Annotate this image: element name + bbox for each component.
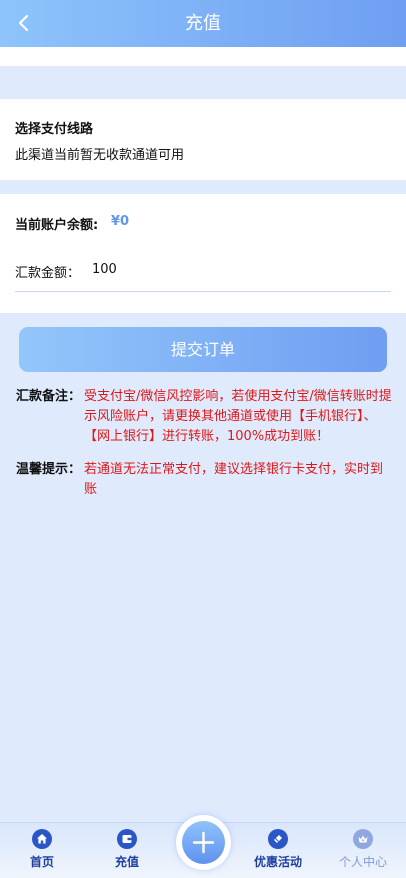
user-crown-icon [353, 829, 373, 849]
amount-label: 汇款金额： [15, 266, 81, 281]
amount-divider [15, 291, 391, 292]
center-plus-inner [182, 821, 225, 864]
balance-label: 当前账户余额: [15, 218, 99, 233]
home-icon [32, 829, 52, 849]
amount-input[interactable] [92, 256, 292, 282]
nav-item-recharge[interactable]: 充值 [92, 829, 162, 870]
plus-icon [192, 831, 215, 854]
remittance-remark: 汇款备注： 受支付宝/微信风控影响，若使用支付宝/微信转账时提示风险账户，请更换… [16, 387, 392, 447]
nav-item-home[interactable]: 首页 [7, 829, 77, 870]
remark-text: 受支付宝/微信风控影响，若使用支付宝/微信转账时提示风险账户，请更换其他通道或使… [84, 389, 392, 444]
nav-item-profile[interactable]: 个人中心 [328, 829, 398, 870]
tip-text: 若通道无法正常支付，建议选择银行卡支付，实时到账 [84, 462, 384, 497]
wallet-icon [117, 829, 137, 849]
tip-label: 温馨提示： [16, 462, 82, 477]
balance-value: ¥0 [111, 214, 130, 229]
nav-label-recharge: 充值 [114, 855, 139, 869]
center-plus-button[interactable] [176, 815, 231, 870]
top-bar: 充值 [0, 0, 406, 47]
gift-icon [268, 829, 288, 849]
nav-label-promotions: 优惠活动 [253, 855, 302, 869]
nav-item-promotions[interactable]: 优惠活动 [243, 829, 313, 870]
route-message: 此渠道当前暂无收款通道可用 [15, 148, 185, 163]
blank-card [0, 47, 406, 66]
route-title: 选择支付线路 [15, 122, 94, 137]
nav-label-profile: 个人中心 [338, 855, 387, 869]
page-title: 充值 [185, 13, 221, 34]
warm-tip: 温馨提示： 若通道无法正常支付，建议选择银行卡支付，实时到账 [16, 460, 392, 500]
nav-label-home: 首页 [29, 855, 54, 869]
remark-label: 汇款备注： [16, 389, 82, 404]
recharge-form: 当前账户余额: ¥0 汇款金额： [0, 194, 406, 313]
payment-route-section: 选择支付线路 此渠道当前暂无收款通道可用 [0, 99, 406, 180]
submit-order-button[interactable]: 提交订单 [19, 327, 387, 372]
